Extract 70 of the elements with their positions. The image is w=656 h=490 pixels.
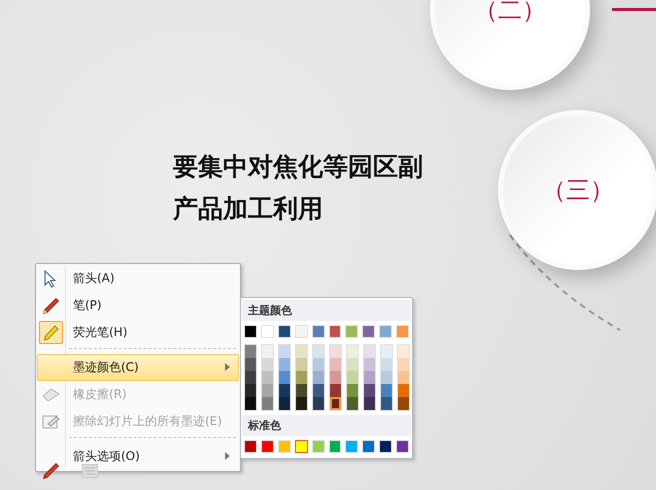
slide-erase-icon (42, 414, 60, 430)
color-swatch[interactable] (398, 345, 409, 358)
color-swatch[interactable] (364, 397, 375, 410)
color-swatch[interactable] (364, 358, 375, 371)
color-swatch[interactable] (294, 440, 308, 453)
color-swatch[interactable] (262, 397, 273, 410)
color-swatch[interactable] (245, 371, 256, 384)
highlighter-icon (43, 324, 59, 340)
color-swatch[interactable] (313, 397, 324, 410)
pen-icon[interactable] (42, 462, 60, 480)
color-swatch[interactable] (262, 345, 273, 358)
color-swatch[interactable] (330, 345, 341, 358)
color-swatch[interactable] (279, 345, 290, 358)
color-swatch[interactable] (381, 384, 392, 397)
color-swatch[interactable] (381, 358, 392, 371)
color-swatch[interactable] (296, 345, 307, 358)
color-swatch[interactable] (279, 371, 290, 384)
menu-item[interactable]: 箭头选项(O) (37, 443, 239, 470)
section-header: 主题颜色 (242, 300, 411, 321)
circle-label: （二） (474, 0, 546, 24)
color-swatch[interactable] (313, 384, 324, 397)
color-swatch[interactable] (245, 345, 256, 358)
color-swatch[interactable] (330, 384, 341, 397)
circle-label: （三） (542, 176, 614, 204)
color-swatch[interactable] (296, 371, 307, 384)
slide-title: 要集中对焦化等园区副 (173, 151, 423, 183)
accent-line (612, 8, 656, 11)
color-swatch[interactable] (364, 345, 375, 358)
color-swatch[interactable] (262, 384, 273, 397)
color-swatch[interactable] (296, 397, 307, 410)
menu-item[interactable]: 笔(P) (37, 292, 239, 319)
color-swatch[interactable] (347, 358, 358, 371)
color-swatch[interactable] (245, 384, 256, 397)
menu-item[interactable]: 荧光笔(H) (37, 319, 239, 346)
color-swatch[interactable] (296, 384, 307, 397)
color-swatch[interactable] (330, 397, 341, 410)
color-swatch[interactable] (364, 371, 375, 384)
color-swatch[interactable] (347, 397, 358, 410)
color-swatch[interactable] (398, 384, 409, 397)
color-swatch[interactable] (279, 397, 290, 410)
color-swatch[interactable] (245, 397, 256, 410)
color-swatch[interactable] (279, 384, 290, 397)
color-swatch[interactable] (381, 371, 392, 384)
color-swatch[interactable] (330, 358, 341, 371)
eraser-icon (42, 388, 60, 402)
color-swatch[interactable] (313, 358, 324, 371)
menu-item[interactable]: 墨迹颜色(C) (37, 354, 239, 381)
color-swatch[interactable] (381, 397, 392, 410)
color-swatch[interactable] (330, 371, 341, 384)
slide-title: 产品加工利用 (173, 193, 324, 225)
color-swatch[interactable] (347, 371, 358, 384)
color-swatch[interactable] (364, 384, 375, 397)
cursor-arrow-icon (43, 270, 59, 288)
color-swatch[interactable] (245, 358, 256, 371)
color-swatch[interactable] (262, 358, 273, 371)
color-swatch[interactable] (279, 358, 290, 371)
color-swatch[interactable] (296, 358, 307, 371)
color-swatch[interactable] (398, 358, 409, 371)
section-header: 标准色 (242, 415, 411, 436)
color-swatch[interactable] (313, 371, 324, 384)
color-swatch[interactable] (398, 397, 409, 410)
menu-item[interactable]: 箭头(A) (37, 265, 239, 292)
color-swatch[interactable] (347, 345, 358, 358)
color-swatch[interactable] (347, 384, 358, 397)
menu-icon[interactable] (82, 464, 98, 478)
color-swatch[interactable] (262, 371, 273, 384)
color-swatch[interactable] (381, 345, 392, 358)
color-swatch[interactable] (398, 371, 409, 384)
color-swatch[interactable] (313, 345, 324, 358)
pen-icon (42, 296, 60, 314)
